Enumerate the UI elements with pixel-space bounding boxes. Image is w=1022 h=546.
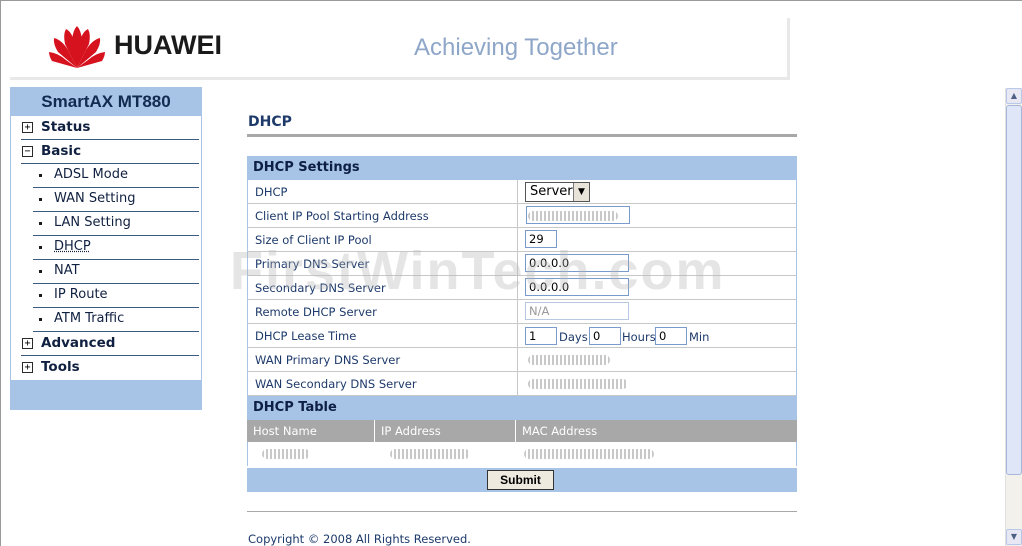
field-label: Remote DHCP Server: [255, 305, 377, 319]
expand-icon[interactable]: +: [22, 122, 33, 133]
hours-unit: Hours: [622, 330, 656, 344]
field-label: Size of Client IP Pool: [255, 233, 372, 247]
sidebar-item-label[interactable]: LAN Setting: [54, 215, 131, 230]
dhcp-settings-heading: DHCP Settings: [247, 156, 797, 180]
days-unit: Days: [559, 330, 588, 344]
min-unit: Min: [689, 330, 710, 344]
scroll-down-icon[interactable]: ▼: [1006, 529, 1022, 545]
bullet-icon: [39, 294, 42, 297]
bullet-icon: [39, 318, 42, 321]
sidebar-item-lan-setting[interactable]: LAN Setting: [33, 212, 199, 236]
nav-menu: + Status − Basic ADSL Mode WAN Setting L…: [11, 116, 201, 380]
redacted-value: [528, 355, 610, 365]
expand-icon[interactable]: +: [22, 338, 33, 349]
column-host-name: Host Name: [247, 420, 375, 442]
sidebar-item-advanced[interactable]: + Advanced: [21, 332, 199, 356]
sidebar-item-label[interactable]: Advanced: [41, 335, 115, 351]
redacted-host-name: [262, 449, 310, 459]
sidebar-item-status[interactable]: + Status: [21, 116, 199, 140]
redacted-ip-address: [390, 449, 470, 459]
expand-icon[interactable]: +: [22, 362, 33, 373]
bullet-icon: [39, 198, 42, 201]
dhcp-form: DHCP Settings DHCP Server ▼ Client IP Po…: [247, 156, 797, 492]
page-title: DHCP: [248, 114, 292, 130]
dhcp-mode-select[interactable]: Server ▼: [525, 182, 590, 202]
header-banner: HUAWEI Achieving Together: [10, 18, 790, 80]
primary-dns-input[interactable]: 0.0.0.0: [525, 254, 629, 272]
sidebar-item-label[interactable]: Basic: [41, 143, 81, 159]
dhcp-table-heading: DHCP Table: [247, 396, 797, 420]
sidebar-item-label[interactable]: Status: [41, 119, 90, 135]
sidebar-item-label[interactable]: WAN Setting: [54, 191, 135, 206]
dhcp-mode-row: DHCP Server ▼: [247, 180, 797, 204]
lease-min-input[interactable]: 0: [655, 327, 687, 345]
pool-size-row: Size of Client IP Pool 29: [247, 228, 797, 252]
scroll-up-icon[interactable]: ▲: [1006, 88, 1022, 104]
field-label: Secondary DNS Server: [255, 281, 386, 295]
sidebar-item-tools[interactable]: + Tools: [21, 356, 199, 380]
sidebar: SmartAX MT880 + Status − Basic ADSL Mode…: [10, 87, 202, 410]
lease-hours-input[interactable]: 0: [589, 327, 621, 345]
device-model-title: SmartAX MT880: [41, 92, 171, 111]
bullet-icon: [39, 174, 42, 177]
title-divider: [247, 134, 797, 137]
lease-days-input[interactable]: 1: [525, 327, 557, 345]
collapse-icon[interactable]: −: [22, 146, 33, 157]
sidebar-item-label[interactable]: ADSL Mode: [54, 167, 128, 182]
dropdown-arrow-icon[interactable]: ▼: [573, 183, 589, 201]
sidebar-item-wan-setting[interactable]: WAN Setting: [33, 188, 199, 212]
sidebar-item-label[interactable]: NAT: [54, 263, 80, 278]
pool-start-row: Client IP Pool Starting Address: [247, 204, 797, 228]
pool-size-input[interactable]: 29: [525, 230, 557, 248]
sidebar-item-adsl-mode[interactable]: ADSL Mode: [33, 164, 199, 188]
slogan: Achieving Together: [414, 34, 618, 61]
bullet-icon: [39, 222, 42, 225]
redacted-value: [528, 379, 628, 389]
sidebar-item-basic[interactable]: − Basic: [21, 140, 199, 164]
field-label: DHCP Lease Time: [255, 329, 357, 343]
sidebar-item-label[interactable]: IP Route: [54, 287, 108, 302]
field-label: Client IP Pool Starting Address: [255, 209, 429, 223]
lease-time-row: DHCP Lease Time 1 Days 0 Hours 0 Min: [247, 324, 797, 348]
wan-primary-dns-row: WAN Primary DNS Server: [247, 348, 797, 372]
scrollbar-thumb[interactable]: [1006, 105, 1022, 475]
sidebar-item-label[interactable]: DHCP: [54, 239, 91, 254]
huawei-logo-icon: [49, 26, 105, 68]
remote-dhcp-input[interactable]: N/A: [525, 302, 629, 320]
primary-dns-row: Primary DNS Server 0.0.0.0: [247, 252, 797, 276]
submit-button[interactable]: Submit: [487, 470, 554, 490]
secondary-dns-input[interactable]: 0.0.0.0: [525, 278, 629, 296]
sidebar-item-atm-traffic[interactable]: ATM Traffic: [33, 308, 199, 332]
bullet-icon: [39, 270, 42, 273]
redacted-value: [528, 211, 618, 221]
field-label: DHCP: [255, 185, 288, 199]
redacted-mac-address: [524, 449, 654, 459]
sidebar-item-label[interactable]: ATM Traffic: [54, 311, 124, 326]
submit-bar: Submit: [247, 468, 797, 492]
table-row: [247, 442, 797, 466]
field-label: WAN Primary DNS Server: [255, 353, 401, 367]
dhcp-table-header: Host Name IP Address MAC Address: [247, 420, 797, 442]
bullet-icon: [39, 246, 42, 249]
secondary-dns-row: Secondary DNS Server 0.0.0.0: [247, 276, 797, 300]
sidebar-item-label[interactable]: Tools: [41, 359, 80, 375]
copyright-text: Copyright © 2008 All Rights Reserved.: [248, 532, 471, 546]
footer-divider: [247, 511, 797, 512]
select-value: Server: [530, 184, 573, 199]
field-label: WAN Secondary DNS Server: [255, 377, 417, 391]
column-ip-address: IP Address: [375, 420, 516, 442]
field-label: Primary DNS Server: [255, 257, 370, 271]
sidebar-item-ip-route[interactable]: IP Route: [33, 284, 199, 308]
wan-secondary-dns-row: WAN Secondary DNS Server: [247, 372, 797, 396]
brand-name: HUAWEI: [114, 30, 222, 60]
sidebar-item-dhcp[interactable]: DHCP: [33, 236, 199, 260]
column-mac-address: MAC Address: [522, 424, 598, 438]
vertical-scrollbar[interactable]: ▲ ▼: [1005, 88, 1022, 546]
remote-dhcp-row: Remote DHCP Server N/A: [247, 300, 797, 324]
sidebar-item-nat[interactable]: NAT: [33, 260, 199, 284]
